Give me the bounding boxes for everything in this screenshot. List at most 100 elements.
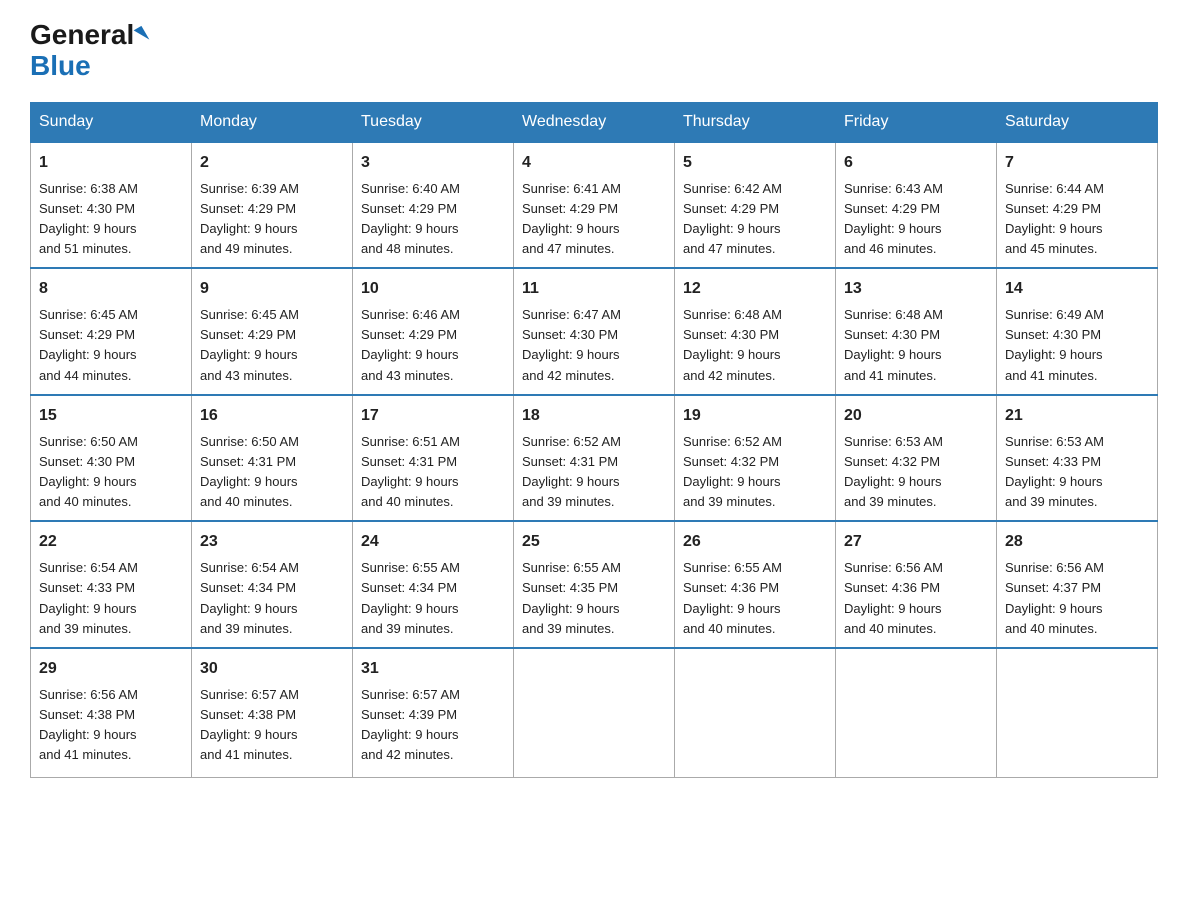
day-info: Sunrise: 6:57 AMSunset: 4:39 PMDaylight:…	[361, 687, 460, 762]
day-number: 31	[361, 657, 505, 681]
day-cell-3: 3 Sunrise: 6:40 AMSunset: 4:29 PMDayligh…	[353, 142, 514, 269]
day-cell-10: 10 Sunrise: 6:46 AMSunset: 4:29 PMDaylig…	[353, 268, 514, 395]
day-info: Sunrise: 6:38 AMSunset: 4:30 PMDaylight:…	[39, 181, 138, 256]
day-info: Sunrise: 6:52 AMSunset: 4:32 PMDaylight:…	[683, 434, 782, 509]
day-number: 16	[200, 404, 344, 428]
day-number: 15	[39, 404, 183, 428]
day-number: 1	[39, 151, 183, 175]
day-cell-11: 11 Sunrise: 6:47 AMSunset: 4:30 PMDaylig…	[514, 268, 675, 395]
day-cell-23: 23 Sunrise: 6:54 AMSunset: 4:34 PMDaylig…	[192, 521, 353, 648]
day-cell-18: 18 Sunrise: 6:52 AMSunset: 4:31 PMDaylig…	[514, 395, 675, 522]
calendar-header: SundayMondayTuesdayWednesdayThursdayFrid…	[31, 102, 1158, 142]
header-cell-wednesday: Wednesday	[514, 102, 675, 142]
day-info: Sunrise: 6:56 AMSunset: 4:37 PMDaylight:…	[1005, 560, 1104, 635]
header-cell-friday: Friday	[836, 102, 997, 142]
day-number: 26	[683, 530, 827, 554]
day-cell-19: 19 Sunrise: 6:52 AMSunset: 4:32 PMDaylig…	[675, 395, 836, 522]
day-number: 19	[683, 404, 827, 428]
day-info: Sunrise: 6:54 AMSunset: 4:34 PMDaylight:…	[200, 560, 299, 635]
day-cell-29: 29 Sunrise: 6:56 AMSunset: 4:38 PMDaylig…	[31, 648, 192, 778]
day-cell-22: 22 Sunrise: 6:54 AMSunset: 4:33 PMDaylig…	[31, 521, 192, 648]
day-cell-13: 13 Sunrise: 6:48 AMSunset: 4:30 PMDaylig…	[836, 268, 997, 395]
day-cell-16: 16 Sunrise: 6:50 AMSunset: 4:31 PMDaylig…	[192, 395, 353, 522]
day-info: Sunrise: 6:55 AMSunset: 4:36 PMDaylight:…	[683, 560, 782, 635]
day-cell-4: 4 Sunrise: 6:41 AMSunset: 4:29 PMDayligh…	[514, 142, 675, 269]
day-cell-9: 9 Sunrise: 6:45 AMSunset: 4:29 PMDayligh…	[192, 268, 353, 395]
day-cell-20: 20 Sunrise: 6:53 AMSunset: 4:32 PMDaylig…	[836, 395, 997, 522]
day-number: 6	[844, 151, 988, 175]
day-cell-5: 5 Sunrise: 6:42 AMSunset: 4:29 PMDayligh…	[675, 142, 836, 269]
day-info: Sunrise: 6:56 AMSunset: 4:38 PMDaylight:…	[39, 687, 138, 762]
day-cell-12: 12 Sunrise: 6:48 AMSunset: 4:30 PMDaylig…	[675, 268, 836, 395]
day-number: 12	[683, 277, 827, 301]
day-number: 7	[1005, 151, 1149, 175]
day-info: Sunrise: 6:46 AMSunset: 4:29 PMDaylight:…	[361, 307, 460, 382]
logo-blue-text: Blue	[30, 51, 146, 82]
day-info: Sunrise: 6:40 AMSunset: 4:29 PMDaylight:…	[361, 181, 460, 256]
day-info: Sunrise: 6:44 AMSunset: 4:29 PMDaylight:…	[1005, 181, 1104, 256]
header-cell-monday: Monday	[192, 102, 353, 142]
day-cell-7: 7 Sunrise: 6:44 AMSunset: 4:29 PMDayligh…	[997, 142, 1158, 269]
empty-cell	[514, 648, 675, 778]
day-number: 10	[361, 277, 505, 301]
week-row-2: 8 Sunrise: 6:45 AMSunset: 4:29 PMDayligh…	[31, 268, 1158, 395]
day-number: 3	[361, 151, 505, 175]
logo-arrow-icon	[134, 26, 150, 44]
day-info: Sunrise: 6:41 AMSunset: 4:29 PMDaylight:…	[522, 181, 621, 256]
day-number: 25	[522, 530, 666, 554]
day-info: Sunrise: 6:47 AMSunset: 4:30 PMDaylight:…	[522, 307, 621, 382]
day-info: Sunrise: 6:39 AMSunset: 4:29 PMDaylight:…	[200, 181, 299, 256]
day-cell-31: 31 Sunrise: 6:57 AMSunset: 4:39 PMDaylig…	[353, 648, 514, 778]
day-number: 9	[200, 277, 344, 301]
week-row-4: 22 Sunrise: 6:54 AMSunset: 4:33 PMDaylig…	[31, 521, 1158, 648]
day-number: 24	[361, 530, 505, 554]
empty-cell	[997, 648, 1158, 778]
day-info: Sunrise: 6:48 AMSunset: 4:30 PMDaylight:…	[683, 307, 782, 382]
day-number: 4	[522, 151, 666, 175]
day-info: Sunrise: 6:55 AMSunset: 4:34 PMDaylight:…	[361, 560, 460, 635]
day-cell-2: 2 Sunrise: 6:39 AMSunset: 4:29 PMDayligh…	[192, 142, 353, 269]
day-cell-15: 15 Sunrise: 6:50 AMSunset: 4:30 PMDaylig…	[31, 395, 192, 522]
day-number: 18	[522, 404, 666, 428]
day-number: 28	[1005, 530, 1149, 554]
day-info: Sunrise: 6:50 AMSunset: 4:30 PMDaylight:…	[39, 434, 138, 509]
empty-cell	[675, 648, 836, 778]
page-header: General Blue	[30, 20, 1158, 82]
day-cell-26: 26 Sunrise: 6:55 AMSunset: 4:36 PMDaylig…	[675, 521, 836, 648]
logo-general-text: General	[30, 20, 134, 51]
day-cell-14: 14 Sunrise: 6:49 AMSunset: 4:30 PMDaylig…	[997, 268, 1158, 395]
day-info: Sunrise: 6:42 AMSunset: 4:29 PMDaylight:…	[683, 181, 782, 256]
header-cell-sunday: Sunday	[31, 102, 192, 142]
week-row-5: 29 Sunrise: 6:56 AMSunset: 4:38 PMDaylig…	[31, 648, 1158, 778]
day-cell-24: 24 Sunrise: 6:55 AMSunset: 4:34 PMDaylig…	[353, 521, 514, 648]
day-cell-30: 30 Sunrise: 6:57 AMSunset: 4:38 PMDaylig…	[192, 648, 353, 778]
day-cell-28: 28 Sunrise: 6:56 AMSunset: 4:37 PMDaylig…	[997, 521, 1158, 648]
day-info: Sunrise: 6:53 AMSunset: 4:33 PMDaylight:…	[1005, 434, 1104, 509]
day-info: Sunrise: 6:50 AMSunset: 4:31 PMDaylight:…	[200, 434, 299, 509]
day-info: Sunrise: 6:49 AMSunset: 4:30 PMDaylight:…	[1005, 307, 1104, 382]
day-number: 11	[522, 277, 666, 301]
calendar-body: 1 Sunrise: 6:38 AMSunset: 4:30 PMDayligh…	[31, 142, 1158, 778]
day-number: 29	[39, 657, 183, 681]
header-cell-saturday: Saturday	[997, 102, 1158, 142]
week-row-3: 15 Sunrise: 6:50 AMSunset: 4:30 PMDaylig…	[31, 395, 1158, 522]
header-cell-thursday: Thursday	[675, 102, 836, 142]
day-info: Sunrise: 6:55 AMSunset: 4:35 PMDaylight:…	[522, 560, 621, 635]
day-cell-1: 1 Sunrise: 6:38 AMSunset: 4:30 PMDayligh…	[31, 142, 192, 269]
day-number: 21	[1005, 404, 1149, 428]
day-number: 5	[683, 151, 827, 175]
day-cell-27: 27 Sunrise: 6:56 AMSunset: 4:36 PMDaylig…	[836, 521, 997, 648]
day-cell-21: 21 Sunrise: 6:53 AMSunset: 4:33 PMDaylig…	[997, 395, 1158, 522]
day-info: Sunrise: 6:52 AMSunset: 4:31 PMDaylight:…	[522, 434, 621, 509]
day-number: 20	[844, 404, 988, 428]
day-number: 13	[844, 277, 988, 301]
day-cell-8: 8 Sunrise: 6:45 AMSunset: 4:29 PMDayligh…	[31, 268, 192, 395]
day-info: Sunrise: 6:57 AMSunset: 4:38 PMDaylight:…	[200, 687, 299, 762]
day-info: Sunrise: 6:45 AMSunset: 4:29 PMDaylight:…	[39, 307, 138, 382]
day-info: Sunrise: 6:54 AMSunset: 4:33 PMDaylight:…	[39, 560, 138, 635]
week-row-1: 1 Sunrise: 6:38 AMSunset: 4:30 PMDayligh…	[31, 142, 1158, 269]
day-number: 17	[361, 404, 505, 428]
day-number: 27	[844, 530, 988, 554]
logo: General Blue	[30, 20, 146, 82]
day-number: 8	[39, 277, 183, 301]
